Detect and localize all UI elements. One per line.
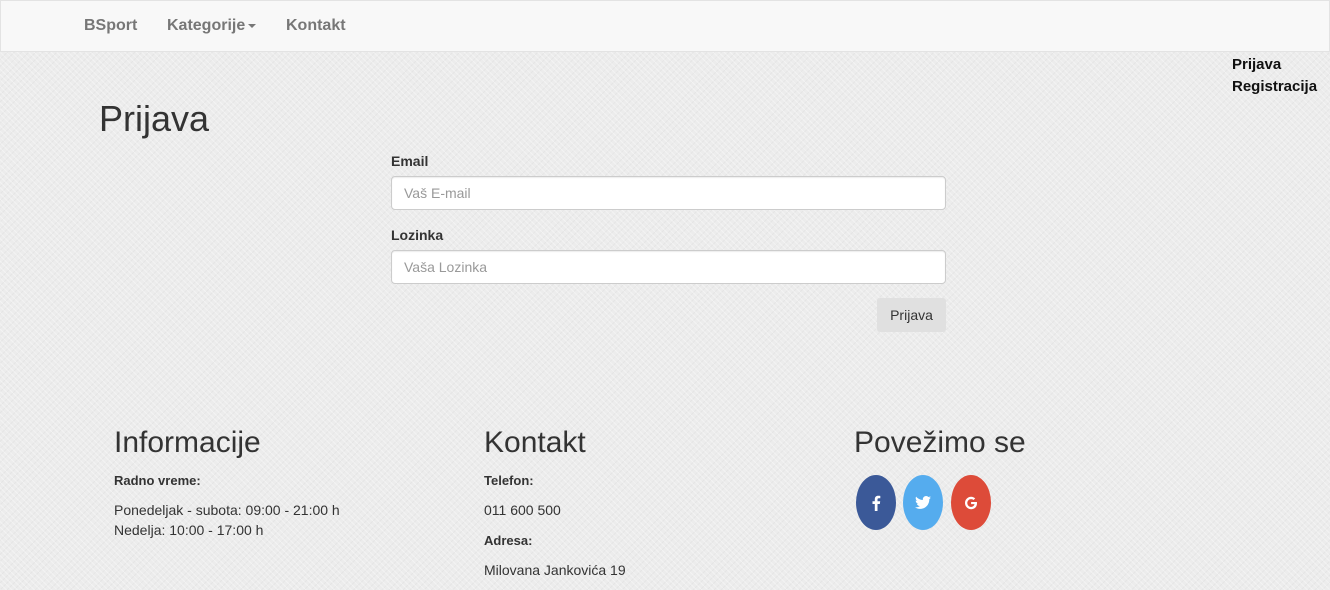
twitter-button[interactable]: [903, 475, 943, 530]
nav-contact-link[interactable]: Kontakt: [286, 17, 346, 35]
email-label: Email: [391, 153, 429, 169]
phone-number: 011 600 500: [484, 502, 561, 518]
hours-sunday: Nedelja: 10:00 - 17:00 h: [114, 522, 264, 538]
social-heading: Povežimo se: [854, 426, 1026, 459]
register-link[interactable]: Registracija: [1232, 78, 1317, 95]
password-label: Lozinka: [391, 227, 444, 243]
hours-weekdays: Ponedeljak - subota: 09:00 - 21:00 h: [114, 502, 340, 518]
address-text: Milovana Jankovića 19: [484, 562, 626, 578]
google-button[interactable]: [951, 475, 991, 530]
contact-heading: Kontakt: [484, 426, 586, 459]
facebook-icon: [872, 495, 881, 511]
email-field[interactable]: [391, 176, 946, 210]
login-link[interactable]: Prijava: [1232, 56, 1281, 73]
address-label: Adresa:: [484, 533, 533, 548]
login-submit-button[interactable]: Prijava: [877, 298, 946, 332]
twitter-icon: [915, 496, 931, 509]
facebook-button[interactable]: [856, 475, 896, 530]
password-field[interactable]: [391, 250, 946, 284]
phone-label: Telefon:: [484, 473, 534, 488]
page-title: Prijava: [99, 98, 210, 139]
chevron-down-icon: [248, 23, 257, 28]
info-heading: Informacije: [114, 426, 261, 459]
categories-dropdown[interactable]: Kategorije: [167, 17, 257, 35]
google-icon: [965, 496, 977, 509]
brand-link[interactable]: BSport: [84, 17, 137, 35]
navbar: BSport Kategorije Kontakt: [0, 0, 1330, 52]
hours-label: Radno vreme:: [114, 473, 201, 488]
categories-label: Kategorije: [167, 17, 246, 34]
